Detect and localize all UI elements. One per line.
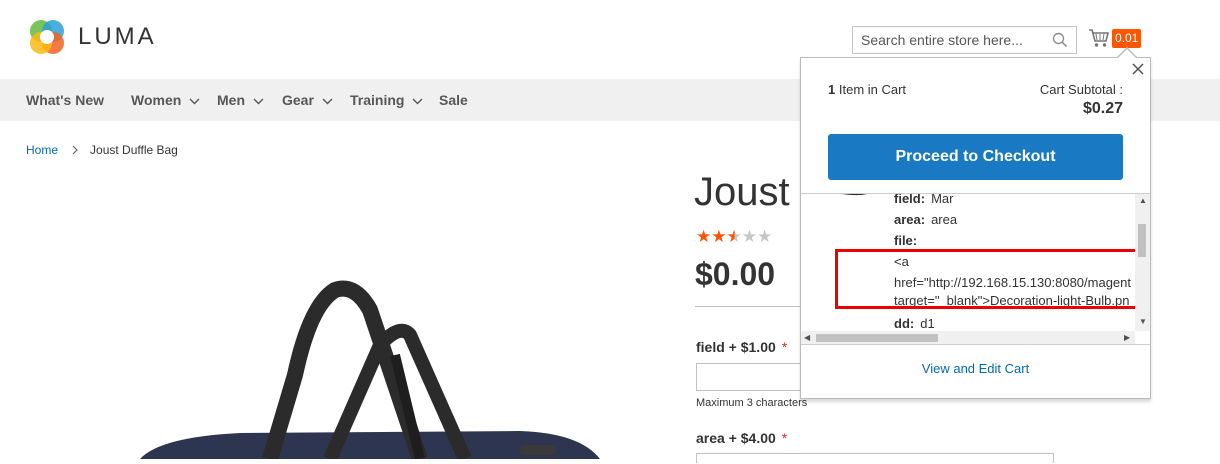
nav-item-gear[interactable]: Gear [282, 79, 333, 121]
nav-item-whats-new[interactable]: What's New [26, 79, 104, 121]
cart-icon[interactable] [1088, 28, 1110, 53]
field-option-input[interactable] [696, 363, 806, 391]
scroll-left-icon[interactable]: ◀ [804, 334, 810, 342]
nav-item-women[interactable]: Women [131, 79, 200, 121]
logo-text: LUMA [78, 23, 157, 50]
breadcrumb: Home Joust Duffle Bag [26, 143, 178, 157]
subtotal-label: Cart Subtotal : [1039, 82, 1123, 97]
nav-item-label: What's New [26, 92, 105, 108]
star-icon: ★ [711, 227, 727, 246]
proceed-to-checkout-button[interactable]: Proceed to Checkout [828, 134, 1123, 180]
nav-item-label: Sale [439, 92, 468, 108]
breadcrumb-current: Joust Duffle Bag [90, 143, 178, 157]
scroll-down-icon[interactable]: ▼ [1139, 318, 1147, 326]
nav-item-men[interactable]: Men [217, 79, 264, 121]
nav-item-training[interactable]: Training [350, 79, 423, 121]
option-value: Mar [931, 193, 954, 206]
required-marker: * [781, 339, 788, 355]
star-icon: ★ [741, 227, 757, 246]
vertical-scrollbar[interactable]: ▲ ▼ [1135, 194, 1150, 331]
nav-item-label: Women [131, 92, 182, 108]
chevron-down-icon [322, 98, 333, 104]
star-icon: ★ [757, 227, 773, 246]
option-value: d1 [920, 316, 935, 331]
minicart-items-list[interactable]: field: Mar area: area file: <a href="http:… [801, 193, 1150, 345]
option-value: area [931, 212, 958, 227]
nav-item-label: Men [217, 92, 245, 108]
chevron-down-icon [412, 98, 423, 104]
product-thumbnail[interactable] [832, 193, 874, 198]
option-key: field: [894, 193, 926, 206]
option-label-area: area + $4.00 * [696, 430, 787, 446]
option-label-text: area + $4.00 [696, 430, 776, 446]
chevron-down-icon [253, 98, 264, 104]
star-half-icon: ★ [726, 227, 742, 246]
option-label-field: field + $1.00 * [696, 339, 787, 355]
search-icon[interactable] [1052, 32, 1068, 53]
option-note: Maximum 3 characters [696, 397, 808, 409]
subtotal-value: $0.27 [1082, 100, 1123, 117]
chevron-right-icon [72, 145, 78, 155]
minicart-item-count: 1 Item in Cart [828, 82, 906, 97]
item-count-label: Item in Cart [838, 82, 907, 97]
horizontal-scrollbar[interactable]: ◀ ▶ [801, 331, 1135, 344]
item-option-row: file: [894, 230, 1131, 251]
option-key: area: [894, 212, 926, 227]
rating-stars[interactable]: ★ ★ ★ ★ ★ [696, 228, 772, 245]
close-icon[interactable] [1131, 62, 1145, 76]
item-option-row: field: Mar [894, 193, 1131, 209]
item-count-number: 1 [828, 82, 836, 97]
minicart-pointer-inner [1118, 49, 1136, 58]
chevron-down-icon [189, 98, 200, 104]
option-key: dd: [894, 316, 915, 331]
product-image[interactable] [120, 175, 640, 462]
item-option-row: area: area [894, 209, 1131, 230]
divider [695, 306, 805, 307]
product-price: $0.00 [695, 256, 776, 292]
option-label-text: field + $1.00 [696, 339, 776, 355]
star-icon: ★ [696, 227, 712, 246]
search-input[interactable] [853, 27, 1043, 53]
scrollbar-thumb[interactable] [1138, 224, 1146, 257]
scroll-right-icon[interactable]: ▶ [1124, 334, 1130, 342]
required-marker: * [781, 430, 788, 446]
luma-logo[interactable]: LUMA [28, 18, 157, 56]
nav-item-label: Training [350, 92, 405, 108]
highlight-box [835, 249, 1150, 309]
area-option-textarea[interactable] [696, 453, 1054, 463]
nav-item-label: Gear [282, 92, 314, 108]
breadcrumb-home-link[interactable]: Home [26, 143, 58, 157]
minicart-dropdown: 1 Item in Cart Cart Subtotal : $0.27 Pro… [800, 57, 1151, 399]
search-box [852, 26, 1077, 54]
option-key: file: [894, 233, 918, 248]
luma-logo-icon [30, 20, 64, 54]
scrollbar-thumb[interactable] [816, 334, 938, 342]
scroll-up-icon[interactable]: ▲ [1139, 197, 1147, 205]
cart-count-badge[interactable]: 0.01 [1112, 29, 1142, 48]
view-and-edit-cart-link[interactable]: View and Edit Cart [801, 361, 1150, 376]
nav-item-sale[interactable]: Sale [439, 79, 468, 121]
